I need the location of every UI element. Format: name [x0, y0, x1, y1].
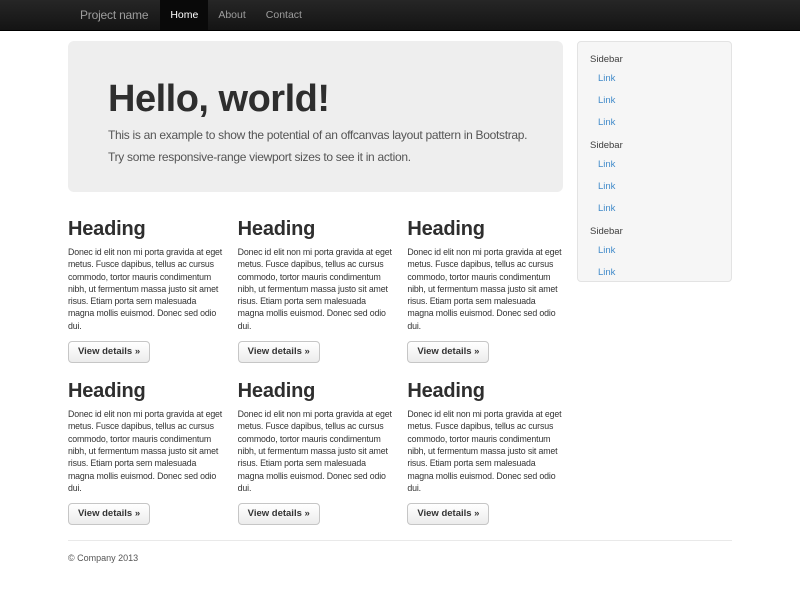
card-body-text: Donec id elit non mi porta gravida at eg… — [238, 408, 394, 494]
sidebar-link[interactable]: Link — [578, 90, 731, 112]
content-card-2: Heading Donec id elit non mi porta gravi… — [238, 217, 394, 363]
content-card-4: Heading Donec id elit non mi porta gravi… — [68, 379, 224, 525]
sidebar-group-header: Sidebar — [578, 220, 731, 240]
sidebar-group-1: Sidebar Link Link Link — [578, 48, 731, 134]
nav-item-contact[interactable]: Contact — [256, 0, 312, 30]
view-details-button[interactable]: View details » — [407, 341, 489, 363]
card-heading: Heading — [238, 217, 394, 241]
brand-link[interactable]: Project name — [68, 0, 160, 30]
content-row: Hello, world! This is an example to show… — [68, 31, 732, 525]
content-card-3: Heading Donec id elit non mi porta gravi… — [407, 217, 563, 363]
nav-item-about[interactable]: About — [208, 0, 255, 30]
navbar: Project name Home About Contact — [0, 0, 800, 31]
card-heading: Heading — [68, 379, 224, 403]
footer: © Company 2013 — [68, 553, 732, 563]
sidebar-link[interactable]: Link — [578, 176, 731, 198]
card-heading: Heading — [68, 217, 224, 241]
navbar-menu: Home About Contact — [160, 0, 312, 30]
nav-item-home[interactable]: Home — [160, 0, 208, 30]
card-body-text: Donec id elit non mi porta gravida at eg… — [68, 408, 224, 494]
view-details-button[interactable]: View details » — [68, 341, 150, 363]
sidebar-group-2: Sidebar Link Link Link — [578, 134, 731, 220]
view-details-button[interactable]: View details » — [238, 341, 320, 363]
view-details-button[interactable]: View details » — [238, 503, 320, 525]
sidebar-link[interactable]: Link — [578, 262, 731, 282]
card-heading: Heading — [407, 379, 563, 403]
card-body-text: Donec id elit non mi porta gravida at eg… — [68, 246, 224, 332]
footer-divider — [68, 540, 732, 541]
sidebar-link[interactable]: Link — [578, 198, 731, 220]
view-details-button[interactable]: View details » — [407, 503, 489, 525]
sidebar: Sidebar Link Link Link Sidebar Link Link… — [577, 41, 732, 282]
view-details-button[interactable]: View details » — [68, 503, 150, 525]
sidebar-link[interactable]: Link — [578, 154, 731, 176]
hero-title: Hello, world! — [108, 79, 533, 119]
card-body-text: Donec id elit non mi porta gravida at eg… — [407, 408, 563, 494]
sidebar-group-header: Sidebar — [578, 134, 731, 154]
sidebar-link[interactable]: Link — [578, 112, 731, 134]
page-container: Hello, world! This is an example to show… — [68, 31, 732, 563]
sidebar-group-header: Sidebar — [578, 48, 731, 68]
hero-description: This is an example to show the potential… — [108, 125, 533, 168]
card-body-text: Donec id elit non mi porta gravida at eg… — [407, 246, 563, 332]
card-heading: Heading — [407, 217, 563, 241]
copyright-text: © Company 2013 — [68, 553, 732, 563]
content-card-6: Heading Donec id elit non mi porta gravi… — [407, 379, 563, 525]
card-heading: Heading — [238, 379, 394, 403]
card-body-text: Donec id elit non mi porta gravida at eg… — [238, 246, 394, 332]
sidebar-link[interactable]: Link — [578, 240, 731, 262]
jumbotron: Hello, world! This is an example to show… — [68, 41, 563, 192]
sidebar-group-3: Sidebar Link Link — [578, 220, 731, 282]
sidebar-link[interactable]: Link — [578, 68, 731, 90]
content-card-5: Heading Donec id elit non mi porta gravi… — [238, 379, 394, 525]
navbar-inner: Project name Home About Contact — [68, 0, 732, 30]
content-card-1: Heading Donec id elit non mi porta gravi… — [68, 217, 224, 363]
main-content: Hello, world! This is an example to show… — [68, 31, 563, 525]
cards-grid: Heading Donec id elit non mi porta gravi… — [68, 217, 563, 525]
